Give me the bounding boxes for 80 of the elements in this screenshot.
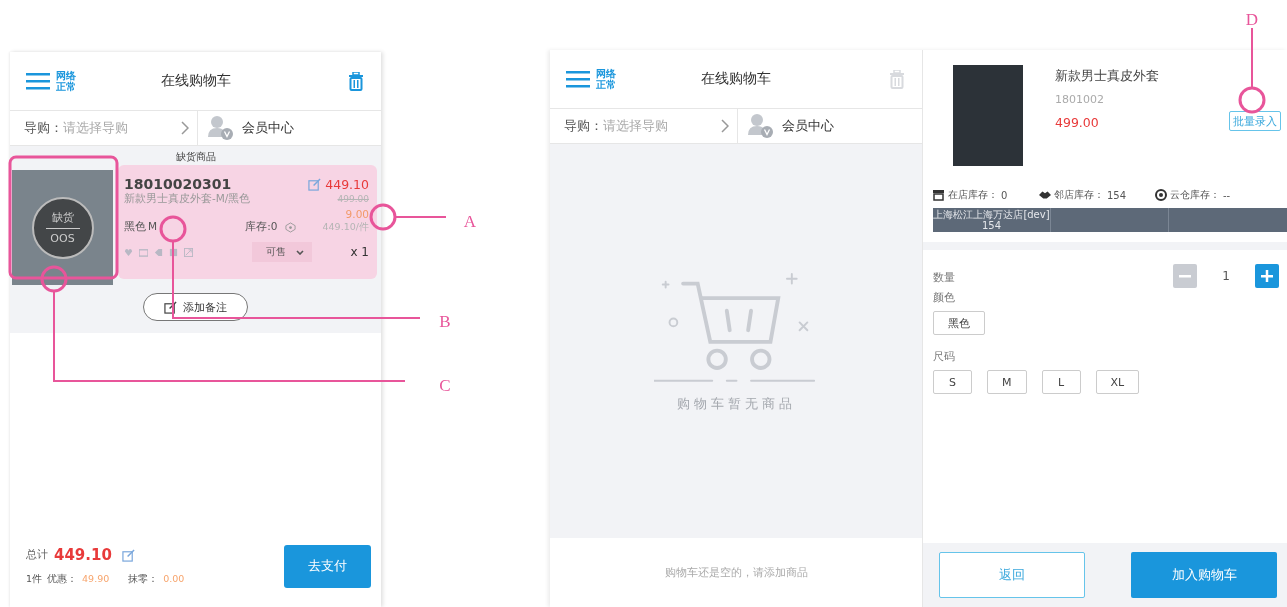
page-title: 在线购物车: [160, 72, 231, 90]
quantity-value: 1: [1221, 269, 1231, 283]
original-price: 499.00: [337, 194, 369, 204]
product-price: 499.00: [1055, 115, 1100, 130]
stock-label: 云仓库存：: [1170, 188, 1220, 202]
chevron-right-icon: [181, 121, 189, 135]
discount-label: 优惠：: [47, 573, 78, 586]
member-icon: [208, 115, 234, 141]
member-center-link[interactable]: 会员中心: [198, 111, 294, 145]
edit-icon: [164, 300, 177, 314]
guide-selector[interactable]: 导购：请选择导购: [10, 111, 198, 145]
trash-icon[interactable]: [347, 71, 365, 91]
empty-cart-text: 购物车暂无商品: [676, 396, 796, 413]
discount-amount: 49.90: [82, 573, 110, 586]
stock-label: 在店库存：: [948, 188, 998, 202]
status-dropdown[interactable]: 可售: [252, 242, 313, 262]
member-icon: [748, 113, 774, 139]
guide-label: 导购：: [564, 117, 603, 135]
product-code: 1801002: [1055, 93, 1105, 106]
member-center-link[interactable]: 会员中心: [738, 109, 834, 143]
option-button[interactable]: L: [1041, 370, 1081, 394]
option-button[interactable]: XL: [1095, 370, 1140, 394]
quantity-label: 数量: [933, 269, 955, 285]
item-quantity: x 1: [350, 245, 369, 259]
plus-icon: [1261, 270, 1273, 282]
stock-value: --: [1223, 189, 1231, 201]
unit-price: 449.10/件: [322, 220, 369, 234]
stock-value: 0: [1001, 189, 1008, 201]
network-status: 网络 正常: [56, 70, 76, 92]
heart-icon[interactable]: [124, 247, 133, 257]
page-title: 在线购物车: [701, 70, 771, 88]
callout-label: B: [439, 312, 451, 331]
edit-icon[interactable]: [308, 177, 322, 191]
plus-button[interactable]: [1255, 264, 1279, 288]
add-note-button[interactable]: 添加备注: [143, 293, 248, 321]
menu-icon[interactable]: [26, 72, 50, 90]
product-name: 新款男士真皮外套: [1055, 68, 1160, 85]
guide-placeholder: 请选择导购: [63, 119, 129, 137]
item-size: M: [148, 220, 158, 234]
rounding-amount: 0.00: [163, 573, 185, 586]
tag-icon[interactable]: [154, 247, 163, 257]
section-label: 缺货商品: [174, 150, 217, 164]
empty-cart-hint: 购物车还是空的，请添加商品: [663, 565, 809, 581]
option-button[interactable]: M: [987, 370, 1027, 394]
size-label: 尺码: [933, 349, 956, 364]
total-label: 总计: [26, 548, 48, 562]
expand-icon[interactable]: [184, 247, 193, 257]
caret-icon: [296, 249, 305, 255]
card-icon[interactable]: [139, 247, 148, 257]
edit-icon[interactable]: [121, 548, 135, 562]
guide-placeholder: 请选择导购: [603, 117, 669, 135]
stock-value: 154: [1107, 189, 1127, 201]
store-icon: [933, 189, 945, 201]
total-amount: 449.10: [54, 546, 112, 564]
out-of-stock-badge: 缺货 OOS: [31, 196, 94, 259]
callout-label: D: [1245, 10, 1259, 29]
item-price: 449.10: [325, 176, 369, 192]
rounding-label: 抹零：: [128, 573, 159, 586]
callout-label: A: [463, 212, 477, 231]
store-name: 上海松江上海万达店[dev]: [933, 209, 1050, 220]
store-count: 154: [981, 220, 1002, 231]
chevron-right-icon: [721, 119, 729, 133]
item-code: 18010020301: [124, 176, 232, 192]
guide-label: 导购：: [24, 119, 63, 137]
item-stock: 库存:0: [245, 220, 278, 234]
cart-item-card[interactable]: 18010020301 449.10 新款男士真皮外套-M/黑色 499.00 9.00 黑色 M 库存:0 449.10/件 可售 x 1: [118, 165, 377, 279]
item-color: 黑色: [124, 220, 146, 234]
item-name: 新款男士真皮外套-M/黑色: [124, 192, 251, 206]
hexagon-icon: [285, 221, 297, 233]
color-label: 颜色: [933, 290, 956, 305]
guide-selector[interactable]: 导购：请选择导购: [550, 109, 738, 143]
menu-icon[interactable]: [566, 70, 590, 88]
network-status: 网络 正常: [596, 68, 616, 90]
item-discount: 9.00: [345, 208, 369, 220]
callout-label: C: [439, 376, 451, 395]
square-icon[interactable]: [169, 247, 178, 257]
option-button[interactable]: 黑色: [933, 311, 985, 335]
item-count: 1件: [26, 573, 43, 586]
stock-label: 邻店库存：: [1054, 188, 1104, 202]
option-button[interactable]: S: [933, 370, 972, 394]
